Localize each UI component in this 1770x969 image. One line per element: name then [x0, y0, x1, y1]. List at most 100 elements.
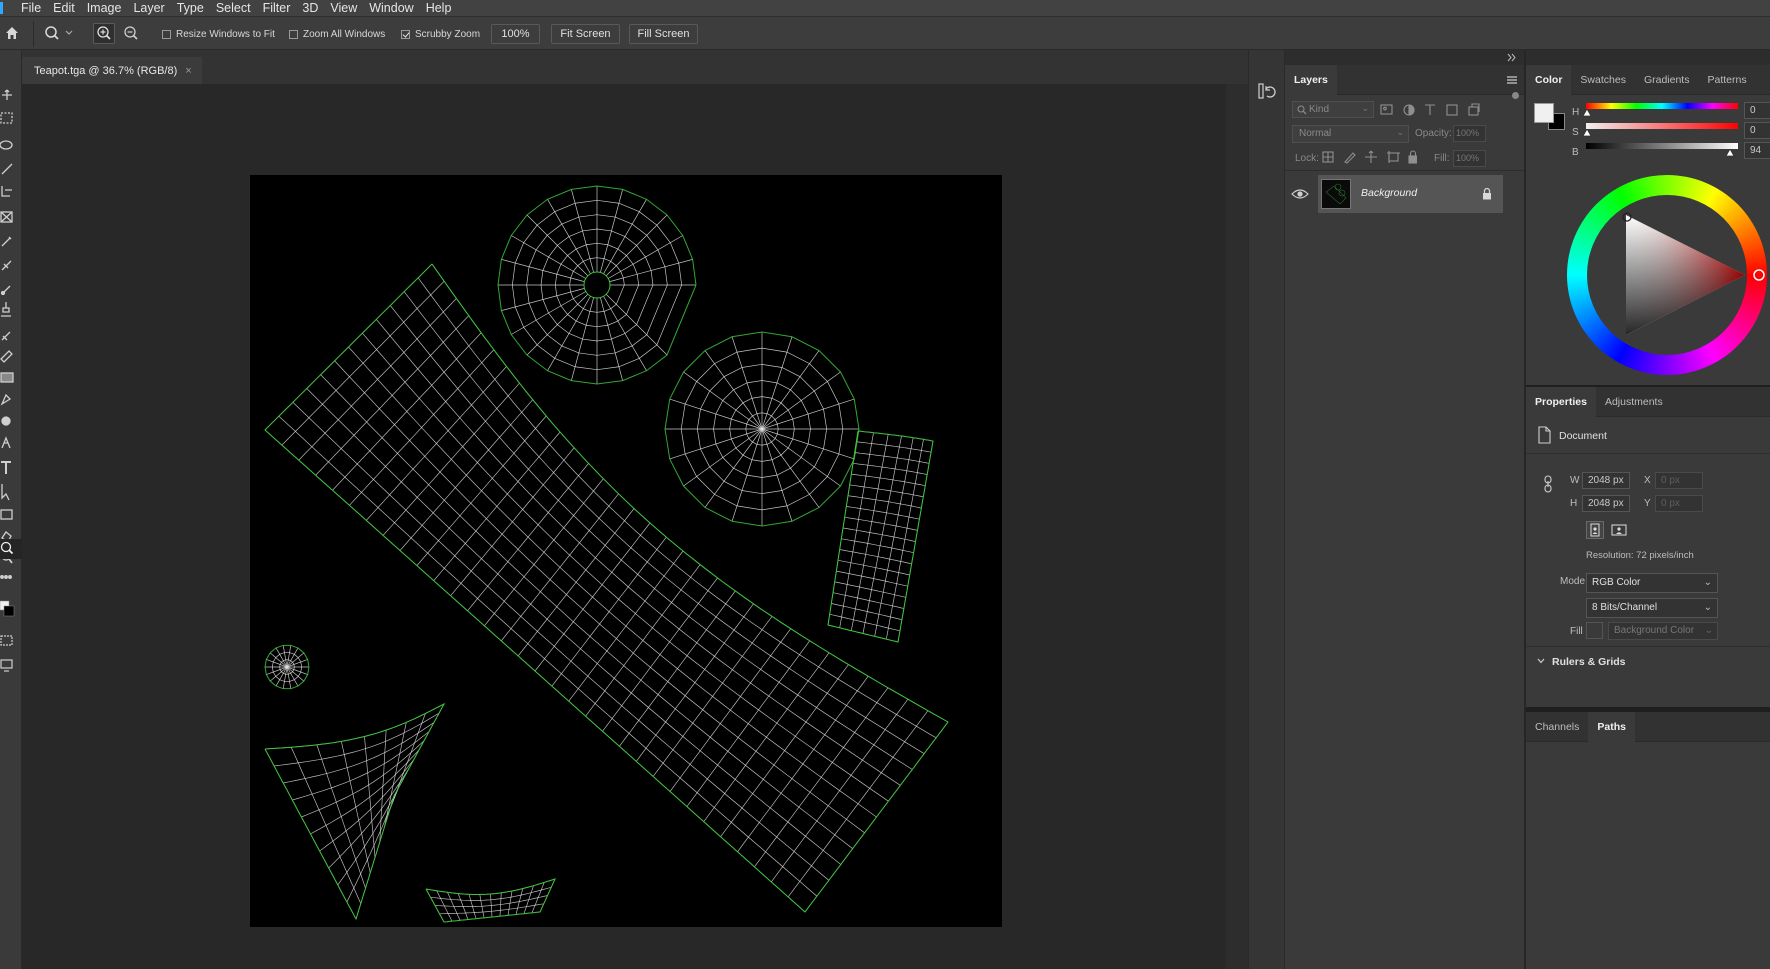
- menu-image[interactable]: Image: [81, 0, 128, 16]
- options-bar: Resize Windows to Fit Zoom All Windows S…: [0, 16, 1770, 50]
- height-field[interactable]: 2048 px: [1582, 495, 1630, 512]
- menu-3d[interactable]: 3D: [296, 0, 324, 16]
- filter-toggle-icon[interactable]: [1512, 92, 1519, 99]
- saturation-slider[interactable]: [1586, 123, 1738, 129]
- zoom-out-icon[interactable]: [121, 24, 141, 43]
- tab-color[interactable]: Color: [1526, 64, 1572, 95]
- zoom-tool-active[interactable]: [0, 539, 22, 559]
- opacity-field[interactable]: 100%: [1453, 125, 1486, 142]
- close-icon[interactable]: ×: [185, 65, 191, 77]
- x-label: X: [1644, 475, 1651, 486]
- layers-panel: Layers Kind ⌄ Normal ⌄ Opacity: 100% Loc…: [1285, 64, 1524, 969]
- layers-tabrow: Layers: [1285, 64, 1524, 95]
- properties-panel: Properties Adjustments Document W 2048 p…: [1526, 386, 1770, 707]
- menu-filter[interactable]: Filter: [257, 0, 297, 16]
- y-field[interactable]: 0 px: [1655, 495, 1703, 512]
- hue-slider-handle[interactable]: [1582, 109, 1592, 117]
- tab-gradients[interactable]: Gradients: [1635, 65, 1699, 95]
- menu-bar: File Edit Image Layer Type Select Filter…: [0, 0, 1770, 16]
- layer-filter-icons[interactable]: [1380, 103, 1490, 117]
- image-canvas[interactable]: [250, 175, 1002, 927]
- uv-teapot-body: [264, 263, 949, 913]
- tab-patterns[interactable]: Patterns: [1698, 65, 1755, 95]
- tab-paths[interactable]: Paths: [1588, 711, 1635, 742]
- fill-label: Fill:: [1434, 153, 1450, 164]
- fill-select-value: Background Color: [1614, 625, 1695, 636]
- landscape-orientation-icon[interactable]: [1610, 521, 1628, 539]
- brightness-slider-handle[interactable]: [1725, 149, 1735, 157]
- tab-channels[interactable]: Channels: [1526, 712, 1588, 742]
- foreground-color-swatch[interactable]: [1534, 103, 1554, 123]
- fill-color-swatch[interactable]: [1586, 622, 1603, 639]
- width-field[interactable]: 2048 px: [1582, 472, 1630, 489]
- h-value-field[interactable]: 0: [1744, 102, 1770, 119]
- menu-edit[interactable]: Edit: [47, 0, 81, 16]
- channels-paths-panel: Channels Paths: [1526, 711, 1770, 969]
- resize-windows-label: Resize Windows to Fit: [176, 28, 275, 40]
- fit-screen-button[interactable]: Fit Screen: [551, 24, 620, 44]
- checkbox-box-checked: [401, 29, 410, 39]
- zoom-in-icon[interactable]: [93, 23, 115, 44]
- opacity-label: Opacity:: [1415, 128, 1452, 139]
- fill-screen-button[interactable]: Fill Screen: [629, 24, 698, 44]
- home-icon[interactable]: [4, 25, 20, 41]
- w-label: W: [1570, 475, 1580, 486]
- x-field[interactable]: 0 px: [1655, 472, 1703, 489]
- checkbox-box: [162, 29, 171, 39]
- channels-tabrow: Channels Paths: [1526, 711, 1770, 742]
- resize-windows-checkbox[interactable]: Resize Windows to Fit: [162, 27, 275, 41]
- y-label: Y: [1644, 498, 1651, 509]
- menu-file[interactable]: File: [15, 0, 47, 16]
- link-icon[interactable]: [1543, 475, 1553, 493]
- portrait-orientation-icon[interactable]: [1586, 521, 1604, 539]
- b-value-field[interactable]: 94: [1744, 142, 1770, 159]
- menu-view[interactable]: View: [324, 0, 363, 16]
- tools-panel: [0, 50, 22, 969]
- blend-mode-select[interactable]: Normal ⌄: [1292, 125, 1409, 143]
- color-triangle[interactable]: [1567, 175, 1767, 375]
- tab-swatches[interactable]: Swatches: [1571, 65, 1635, 95]
- lock-icon[interactable]: [1481, 188, 1493, 200]
- zoom-value-field[interactable]: 100%: [491, 24, 540, 44]
- h-label: H: [1572, 107, 1580, 118]
- tab-layers[interactable]: Layers: [1285, 64, 1337, 95]
- h-label: H: [1570, 498, 1578, 509]
- lock-icons[interactable]: [1322, 150, 1417, 164]
- menu-window[interactable]: Window: [363, 0, 419, 16]
- layer-row-background[interactable]: Background: [1318, 175, 1503, 213]
- tab-properties[interactable]: Properties: [1526, 386, 1596, 417]
- app-logo: [0, 2, 3, 14]
- fill-label: Fill: [1570, 626, 1583, 637]
- zoom-all-windows-label: Zoom All Windows: [303, 28, 386, 40]
- tab-adjustments[interactable]: Adjustments: [1596, 387, 1672, 417]
- hue-slider[interactable]: [1586, 103, 1738, 109]
- b-label: B: [1572, 147, 1579, 158]
- layer-name[interactable]: Background: [1361, 187, 1417, 199]
- layer-visibility-icon[interactable]: [1285, 176, 1315, 212]
- scrubby-zoom-checkbox[interactable]: Scrubby Zoom: [401, 27, 480, 41]
- chevron-down-icon: ⌄: [1361, 103, 1369, 113]
- document-tab[interactable]: Teapot.tga @ 36.7% (RGB/8) ×: [22, 57, 202, 84]
- brightness-slider[interactable]: [1586, 143, 1738, 149]
- fill-field[interactable]: 100%: [1453, 150, 1486, 167]
- s-value-field[interactable]: 0: [1744, 122, 1770, 139]
- saturation-slider-handle[interactable]: [1582, 129, 1592, 137]
- checkbox-box: [289, 29, 298, 39]
- panel-menu-icon[interactable]: [1506, 75, 1518, 85]
- zoom-all-windows-checkbox[interactable]: Zoom All Windows: [289, 27, 385, 41]
- zoom-tool-preset-icon[interactable]: [44, 25, 74, 41]
- uv-teapot-spout: [827, 430, 934, 643]
- rulers-grids-section[interactable]: Rulers & Grids: [1552, 656, 1626, 668]
- menu-type[interactable]: Type: [171, 0, 210, 16]
- lock-label: Lock:: [1295, 153, 1319, 164]
- color-mode-select[interactable]: RGB Color ⌄: [1586, 573, 1718, 593]
- history-icon[interactable]: [1256, 81, 1278, 103]
- layer-kind-filter[interactable]: Kind ⌄: [1292, 101, 1374, 118]
- menu-help[interactable]: Help: [420, 0, 458, 16]
- menu-select[interactable]: Select: [210, 0, 257, 16]
- menu-layer[interactable]: Layer: [127, 0, 170, 16]
- chevron-down-icon[interactable]: [1536, 656, 1546, 666]
- bit-depth-select[interactable]: 8 Bits/Channel ⌄: [1586, 598, 1718, 618]
- uv-wireframe: [264, 185, 949, 923]
- fill-select[interactable]: Background Color ⌄: [1608, 622, 1718, 640]
